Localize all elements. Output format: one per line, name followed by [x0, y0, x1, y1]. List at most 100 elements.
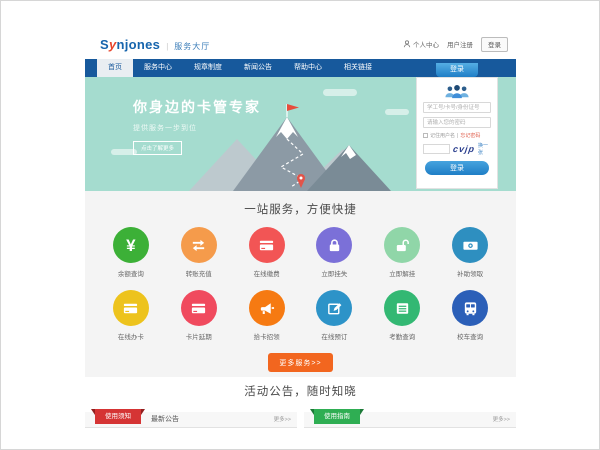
login-tab[interactable]: 登录: [436, 63, 478, 77]
service-circle: [384, 227, 420, 263]
service-item-unlock[interactable]: 立即解挂: [368, 227, 436, 278]
service-label: 补助领取: [457, 268, 483, 278]
service-item-card-renewal[interactable]: 卡片延期: [165, 290, 233, 341]
nav-item-home[interactable]: 首页: [97, 59, 133, 77]
service-item-balance[interactable]: ¥ 余额查询: [97, 227, 165, 278]
transfer-icon: [190, 237, 207, 254]
more-services-button[interactable]: 更多服务>>: [268, 353, 332, 372]
service-label: 在线预订: [321, 331, 347, 341]
service-item-apply-card[interactable]: 在线办卡: [97, 290, 165, 341]
hero-cta-button[interactable]: 点击了解更多: [133, 141, 182, 155]
hero-title: 你身边的卡管专家: [133, 97, 261, 117]
service-circle: [181, 290, 217, 326]
hero-banner: 你身边的卡管专家 提供服务一步到位 点击了解更多 登录: [85, 77, 516, 191]
yen-icon: ¥: [126, 237, 135, 254]
service-item-school-bus[interactable]: 校车查询: [436, 290, 504, 341]
lock-icon: [326, 237, 343, 254]
logo[interactable]: Synjones | 服务大厅: [100, 37, 210, 52]
announcements-section: 活动公告，随时知晓 使用须知 最新公告 更多>> 使用指南 更多>>: [85, 377, 516, 437]
service-item-pay[interactable]: 在线缴费: [233, 227, 301, 278]
service-item-found-card[interactable]: 拾卡招领: [233, 290, 301, 341]
nav-item-service-center[interactable]: 服务中心: [133, 59, 183, 77]
service-label: 余额查询: [118, 268, 144, 278]
remember-checkbox[interactable]: [423, 133, 428, 138]
header-right: 个人中心 用户注册 登录: [403, 37, 508, 52]
notice-panel: 使用须知 最新公告 更多>>: [85, 412, 297, 428]
top-header: Synjones | 服务大厅 个人中心 用户注册 登录: [85, 29, 516, 59]
nav-item-news[interactable]: 新闻公告: [233, 59, 283, 77]
captcha-image[interactable]: cvjp: [452, 144, 475, 154]
bus-icon: [462, 300, 479, 317]
usage-guide-ribbon[interactable]: 使用指南: [314, 409, 360, 424]
service-circle: [181, 227, 217, 263]
site-subtitle: 服务大厅: [174, 41, 210, 52]
login-password-input[interactable]: [423, 117, 491, 128]
service-label: 转账充值: [186, 268, 212, 278]
service-label: 立即解挂: [389, 268, 415, 278]
usage-notice-ribbon[interactable]: 使用须知: [95, 409, 141, 424]
nav-item-rules[interactable]: 规章制度: [183, 59, 233, 77]
service-label: 拾卡招领: [254, 331, 280, 341]
captcha-row: cvjp 换一张: [423, 142, 491, 156]
unlock-icon: [394, 237, 411, 254]
card-icon: [190, 300, 207, 317]
service-circle: [452, 227, 488, 263]
service-label: 立即挂失: [321, 268, 347, 278]
login-widget: 登录 记住用户名 | 忘记密码: [416, 63, 498, 189]
page: Synjones | 服务大厅 个人中心 用户注册 登录 首页 服务中心 规章制…: [85, 29, 516, 437]
hero-copy: 你身边的卡管专家 提供服务一步到位 点击了解更多: [133, 97, 261, 155]
service-circle: [316, 290, 352, 326]
options-separator: |: [457, 133, 458, 139]
service-circle: ¥: [113, 227, 149, 263]
card-icon: [258, 237, 275, 254]
personal-center-label: 个人中心: [413, 39, 439, 49]
logo-divider: |: [166, 42, 168, 51]
services-section: 一站服务，方便快捷 ¥ 余额查询 转账充值 在线缴费: [85, 191, 516, 377]
service-label: 校车查询: [457, 331, 483, 341]
guide-panel: 使用指南 更多>>: [304, 412, 516, 428]
screenshot-frame: Synjones | 服务大厅 个人中心 用户注册 登录 首页 服务中心 规章制…: [0, 0, 600, 450]
logo-text: Synjones: [100, 37, 160, 52]
notice-more-link[interactable]: 更多>>: [274, 412, 291, 428]
user-register-link[interactable]: 用户注册: [447, 39, 473, 49]
edit-icon: [326, 300, 343, 317]
service-item-transfer[interactable]: 转账充值: [165, 227, 233, 278]
service-item-subsidy[interactable]: 补助领取: [436, 227, 504, 278]
login-options-row: 记住用户名 | 忘记密码: [423, 132, 491, 139]
service-item-online-booking[interactable]: 在线预订: [301, 290, 369, 341]
user-register-label: 用户注册: [447, 39, 473, 49]
captcha-input[interactable]: [423, 144, 450, 154]
forgot-password-link[interactable]: 忘记密码: [460, 132, 480, 139]
service-label: 在线缴费: [254, 268, 280, 278]
service-circle: [316, 227, 352, 263]
cloud-decoration: [323, 89, 357, 96]
service-circle: [384, 290, 420, 326]
captcha-refresh-link[interactable]: 换一张: [478, 142, 491, 156]
hero-subtitle: 提供服务一步到位: [133, 123, 261, 133]
service-item-report-loss[interactable]: 立即挂失: [301, 227, 369, 278]
nav-item-help[interactable]: 帮助中心: [283, 59, 333, 77]
header-login-button[interactable]: 登录: [481, 37, 508, 52]
notice-panel-bar: 使用须知 最新公告 更多>>: [85, 412, 297, 428]
service-label: 在线办卡: [118, 331, 144, 341]
guide-more-link[interactable]: 更多>>: [493, 412, 510, 428]
service-label: 考勤查询: [389, 331, 415, 341]
service-item-attendance[interactable]: 考勤查询: [368, 290, 436, 341]
guide-panel-bar: 使用指南 更多>>: [304, 412, 516, 428]
personal-center-link[interactable]: 个人中心: [403, 39, 439, 49]
login-id-input[interactable]: [423, 102, 491, 113]
service-circle: [113, 290, 149, 326]
nav-item-links[interactable]: 相关链接: [333, 59, 383, 77]
announcement-panels: 使用须知 最新公告 更多>> 使用指南 更多>>: [85, 412, 516, 428]
person-icon: [403, 40, 411, 48]
service-circle: [249, 227, 285, 263]
announcements-title: 活动公告，随时知晓: [85, 383, 516, 399]
megaphone-icon: [258, 300, 275, 317]
login-panel: 记住用户名 | 忘记密码 cvjp 换一张 登录: [416, 77, 498, 189]
service-circle: [249, 290, 285, 326]
services-title: 一站服务，方便快捷: [85, 201, 516, 217]
service-circle: [452, 290, 488, 326]
latest-announcements-tab[interactable]: 最新公告: [151, 412, 179, 428]
remember-label: 记住用户名: [430, 132, 455, 139]
login-submit-button[interactable]: 登录: [425, 161, 489, 175]
